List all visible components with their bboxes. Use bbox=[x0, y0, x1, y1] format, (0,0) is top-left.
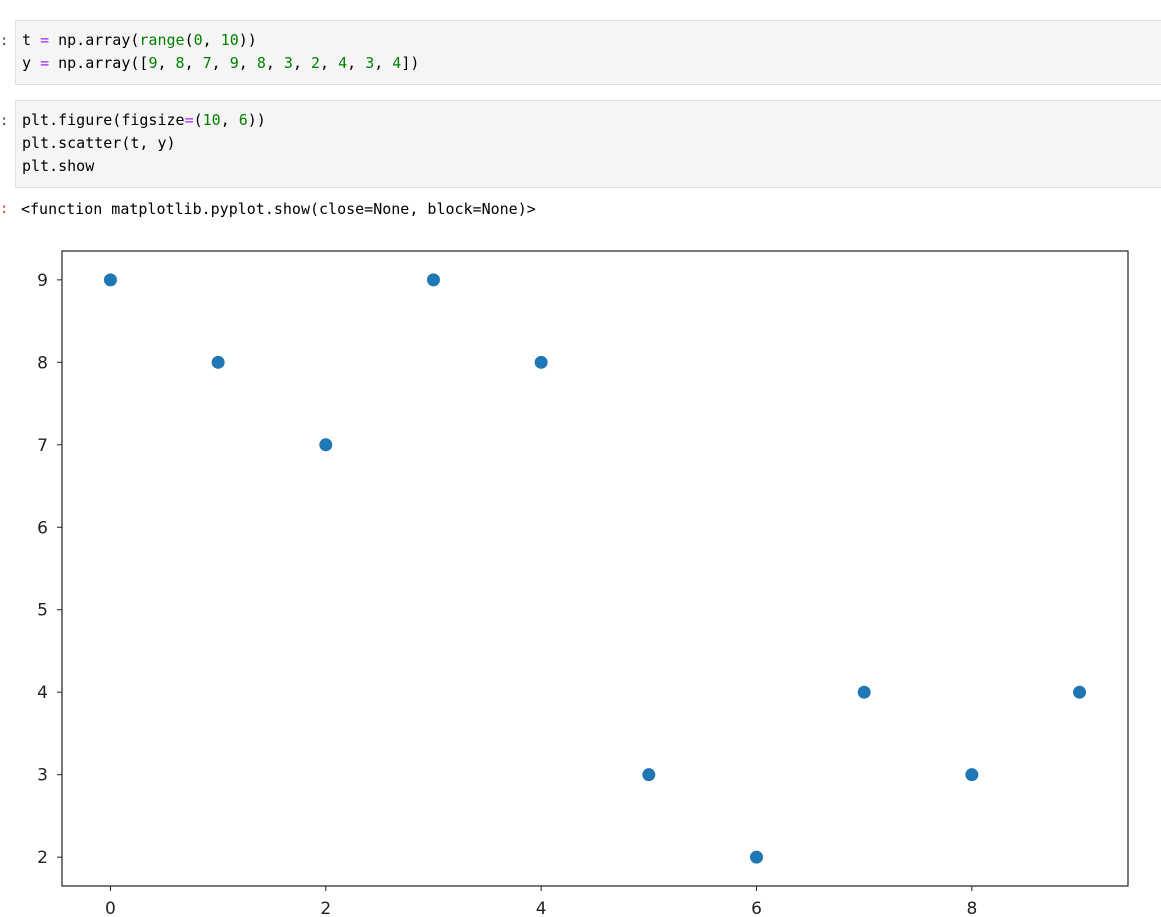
y-tick-label: 6 bbox=[37, 518, 48, 538]
code-token: , bbox=[220, 111, 239, 129]
y-tick-label: 5 bbox=[37, 601, 48, 621]
code-token: range bbox=[139, 31, 185, 49]
code-cell-1[interactable]: t = np.array(range(0, 10)) y = np.array(… bbox=[15, 20, 1161, 85]
x-tick-label: 4 bbox=[536, 899, 547, 917]
notebook: : t = np.array(range(0, 10)) y = np.arra… bbox=[0, 0, 1161, 917]
code-token: 6 bbox=[238, 111, 248, 129]
code-token: 8 bbox=[175, 54, 185, 72]
y-tick-label: 4 bbox=[37, 683, 48, 703]
code-token: ( bbox=[193, 111, 203, 129]
code-token: , bbox=[292, 54, 311, 72]
scatter-point bbox=[211, 355, 225, 369]
code-token: , bbox=[374, 54, 393, 72]
code-token: 3 bbox=[365, 54, 375, 72]
scatter-points bbox=[103, 273, 1087, 864]
output-prompt: : bbox=[0, 201, 9, 217]
code-token: , bbox=[211, 54, 230, 72]
x-tick-label: 0 bbox=[105, 899, 116, 917]
code-token: t bbox=[22, 31, 41, 49]
code-token: 0 bbox=[193, 31, 203, 49]
y-tick-label: 3 bbox=[37, 766, 48, 786]
code-token: , bbox=[157, 54, 176, 72]
x-tick-label: 6 bbox=[751, 899, 762, 917]
scatter-point bbox=[857, 685, 871, 699]
code-cell-1-source[interactable]: t = np.array(range(0, 10)) y = np.array(… bbox=[16, 21, 1161, 75]
code-cell-2[interactable]: plt.figure(figsize=(10, 6)) plt.scatter(… bbox=[15, 100, 1161, 188]
code-token: = bbox=[40, 54, 50, 72]
scatter-point bbox=[103, 273, 117, 287]
y-tick-label: 7 bbox=[37, 436, 48, 456]
code-token: plt.scatter(t, y) bbox=[22, 134, 176, 152]
scatter-point bbox=[319, 438, 333, 452]
code-token: = bbox=[184, 111, 194, 129]
code-token: , bbox=[320, 54, 339, 72]
code-token: ]) bbox=[401, 54, 420, 72]
y-tick-label: 9 bbox=[37, 271, 48, 291]
code-token: , bbox=[238, 54, 257, 72]
cell-1-prompt: : bbox=[0, 33, 9, 49]
scatter-point bbox=[1073, 685, 1087, 699]
cell-2-prompt: : bbox=[0, 113, 9, 129]
code-token: , bbox=[202, 31, 221, 49]
code-token: , bbox=[347, 54, 366, 72]
code-token: 3 bbox=[283, 54, 293, 72]
x-tick-label: 8 bbox=[966, 899, 977, 917]
scatter-point bbox=[965, 768, 979, 782]
code-token: = bbox=[40, 31, 50, 49]
axis-ticks: 0 2 4 6 8 2 3 4 5 6 7 8 9 bbox=[37, 271, 977, 917]
code-token: 10 bbox=[202, 111, 221, 129]
code-token: np.array( bbox=[49, 31, 140, 49]
code-token: )) bbox=[238, 31, 257, 49]
code-token: plt.show bbox=[22, 157, 95, 175]
code-token: plt.figure(figsize bbox=[22, 111, 185, 129]
code-token: 7 bbox=[202, 54, 212, 72]
code-token: 9 bbox=[229, 54, 239, 72]
code-token: )) bbox=[247, 111, 266, 129]
code-token: 8 bbox=[256, 54, 266, 72]
code-token: 4 bbox=[338, 54, 348, 72]
code-token: 4 bbox=[392, 54, 402, 72]
code-token: , bbox=[265, 54, 284, 72]
code-token: np.array([ bbox=[49, 54, 149, 72]
y-tick-label: 2 bbox=[37, 848, 48, 868]
y-tick-label: 8 bbox=[37, 353, 48, 373]
code-token: 10 bbox=[220, 31, 239, 49]
code-cell-2-source[interactable]: plt.figure(figsize=(10, 6)) plt.scatter(… bbox=[16, 101, 1161, 178]
scatter-point bbox=[750, 850, 764, 864]
code-token: y bbox=[22, 54, 41, 72]
axes-frame bbox=[61, 250, 1129, 887]
code-token: ( bbox=[184, 31, 194, 49]
scatter-point bbox=[642, 768, 656, 782]
scatter-point bbox=[426, 273, 440, 287]
code-token: , bbox=[184, 54, 203, 72]
scatter-point bbox=[534, 355, 548, 369]
scatter-plot: 0 2 4 6 8 2 3 4 5 6 7 8 9 bbox=[37, 250, 1129, 917]
x-tick-label: 2 bbox=[320, 899, 331, 917]
code-token: 2 bbox=[311, 54, 321, 72]
output-text: <function matplotlib.pyplot.show(close=N… bbox=[21, 200, 536, 218]
